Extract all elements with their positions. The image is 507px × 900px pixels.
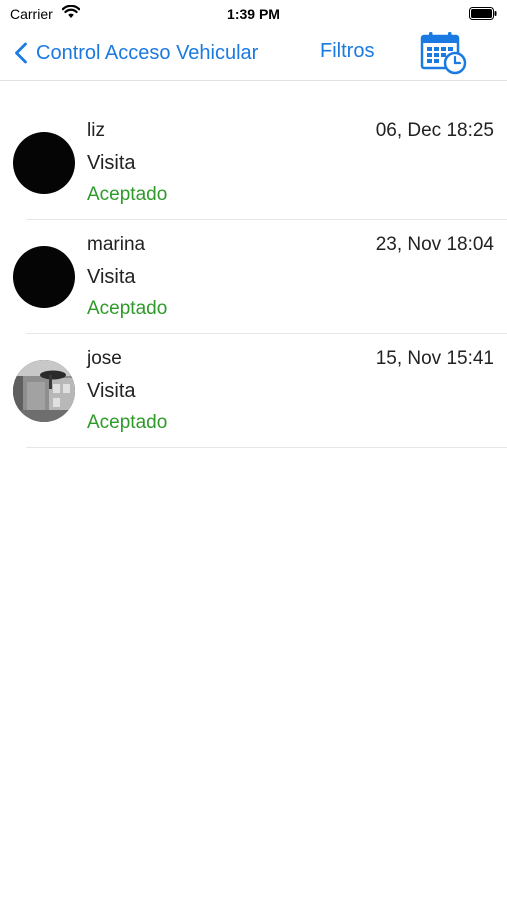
visitor-name: liz [87,120,105,141]
visit-type: Visita [87,380,136,402]
avatar [13,246,75,308]
status-label: Aceptado [87,298,168,319]
clock: 1:39 PM [227,6,280,22]
status-bar: Carrier 1:39 PM [0,0,507,28]
battery-icon [469,7,497,20]
list-item[interactable]: jose Visita Aceptado 15, Nov 15:41 [0,334,507,448]
status-label: Aceptado [87,184,168,205]
list-item[interactable]: marina Visita Aceptado 23, Nov 18:04 [0,220,507,334]
navigation-bar: Control Acceso Vehicular Filtros [0,28,507,81]
list-item[interactable]: liz Visita Aceptado 06, Dec 18:25 [0,106,507,220]
back-button-label: Control Acceso Vehicular [36,41,259,64]
chevron-left-icon [15,42,27,64]
visitor-name: marina [87,234,146,255]
visitor-name: jose [87,348,122,369]
status-label: Aceptado [87,412,168,433]
avatar [13,132,75,194]
visit-type: Visita [87,152,136,174]
entry-date: 15, Nov 15:41 [375,348,494,369]
entry-date: 06, Dec 18:25 [375,120,494,141]
photo-image [13,360,75,422]
filters-button[interactable]: Filtros [320,40,374,63]
entry-date: 23, Nov 18:04 [375,234,494,255]
divider [26,447,507,448]
back-button[interactable]: Control Acceso Vehicular [14,40,258,66]
access-list: liz Visita Aceptado 06, Dec 18:25 marina… [0,80,507,448]
avatar-photo [13,360,75,422]
calendar-clock-icon[interactable] [420,30,468,76]
visit-type: Visita [87,266,136,288]
